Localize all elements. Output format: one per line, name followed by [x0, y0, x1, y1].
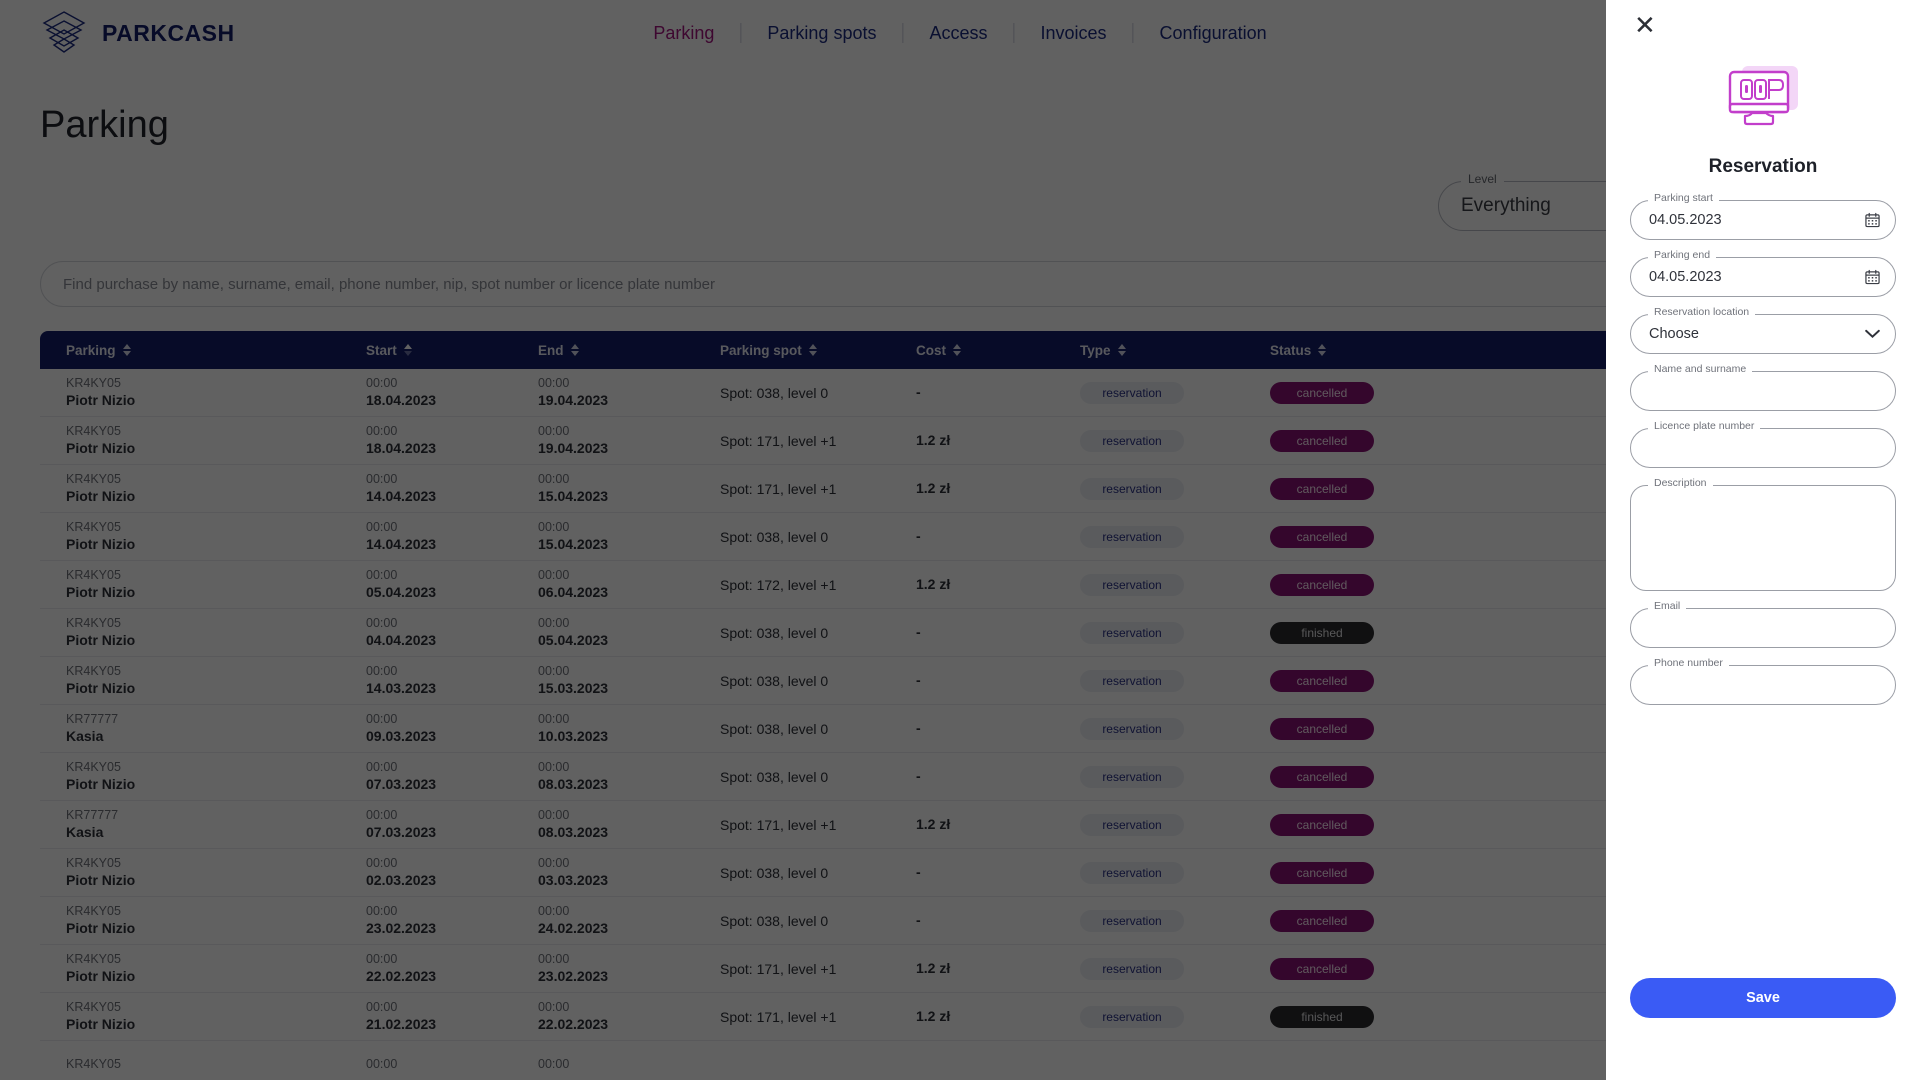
parking-start-value: 04.05.2023: [1649, 212, 1722, 228]
name-and-surname-label: Name and surname: [1648, 364, 1752, 375]
drawer-title: Reservation: [1630, 156, 1896, 178]
phone-number-label: Phone number: [1648, 658, 1729, 669]
save-button[interactable]: Save: [1630, 978, 1896, 1018]
field-outline: [1630, 665, 1896, 705]
field-outline: [1630, 428, 1896, 468]
parking-end-label: Parking end: [1648, 250, 1716, 261]
reservation-location-value: Choose: [1649, 326, 1699, 342]
close-icon[interactable]: ✕: [1628, 8, 1662, 42]
name-and-surname-field[interactable]: Name and surname: [1630, 371, 1896, 411]
field-outline: [1630, 371, 1896, 411]
phone-number-field[interactable]: Phone number: [1630, 665, 1896, 705]
reservation-hero-icon-wrap: [1630, 60, 1896, 138]
reservation-location-select[interactable]: Reservation location Choose: [1630, 314, 1896, 354]
reservation-location-label: Reservation location: [1648, 307, 1755, 318]
parking-end-field[interactable]: Parking end 04.05.2023: [1630, 257, 1896, 297]
email-field[interactable]: Email: [1630, 608, 1896, 648]
parking-end-value: 04.05.2023: [1649, 269, 1722, 285]
description-textarea[interactable]: Description: [1630, 485, 1896, 591]
chevron-down-icon[interactable]: [1865, 330, 1880, 339]
description-label: Description: [1648, 478, 1713, 489]
licence-plate-number-field[interactable]: Licence plate number: [1630, 428, 1896, 468]
licence-plate-number-label: Licence plate number: [1648, 421, 1760, 432]
field-outline: [1630, 608, 1896, 648]
reservation-form: Parking start 04.05.2023 Parking end 04.…: [1630, 200, 1896, 705]
app-root: PARKCASH Parking Parking spots Access In…: [0, 0, 1920, 1080]
parking-start-label: Parking start: [1648, 193, 1719, 204]
field-outline: [1630, 485, 1896, 591]
parking-screen-icon: [1720, 60, 1806, 138]
email-label: Email: [1648, 601, 1686, 612]
parking-start-field[interactable]: Parking start 04.05.2023: [1630, 200, 1896, 240]
calendar-icon[interactable]: [1865, 213, 1880, 228]
calendar-icon[interactable]: [1865, 270, 1880, 285]
reservation-drawer: ✕ Reservation Parking start 04.05.2023: [1606, 0, 1920, 1080]
